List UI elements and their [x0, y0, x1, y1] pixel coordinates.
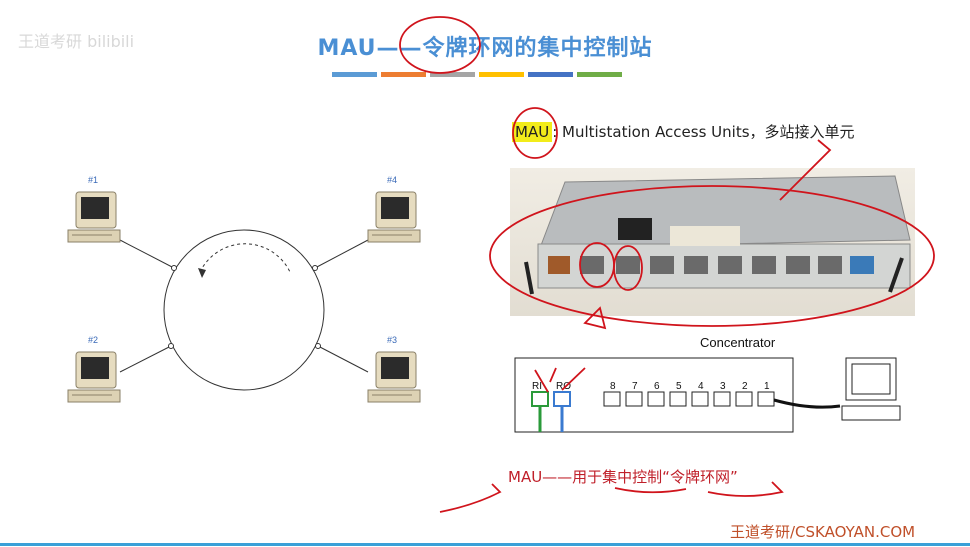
video-progress-bar[interactable] [0, 543, 970, 546]
red-ink-annotation [399, 16, 935, 513]
